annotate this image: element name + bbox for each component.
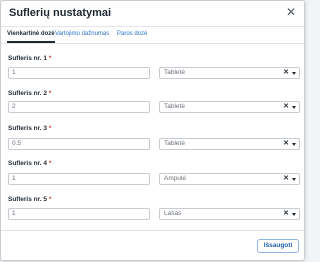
dialog-title: Suflerių nustatymai <box>9 7 112 19</box>
dose-input-1[interactable]: 1 <box>8 67 150 79</box>
tab-label: Vienkartinė dozė <box>7 31 55 37</box>
input-value: 2 <box>12 103 16 110</box>
settings-dialog: Suflerių nustatymai ✕ Vienkartinė dozė V… <box>0 0 305 261</box>
dose-input-4[interactable]: 1 <box>8 173 150 185</box>
unit-select-4[interactable]: Ampulė ✕ <box>159 173 300 185</box>
unit-select-2[interactable]: Tabletė ✕ <box>159 101 300 113</box>
required-marker: * <box>48 125 52 132</box>
select-value: Tabletė <box>164 69 185 76</box>
dose-input-5[interactable]: 1 <box>8 208 150 220</box>
required-marker: * <box>48 55 52 62</box>
select-value: Lašas <box>164 210 182 217</box>
required-marker: * <box>48 196 52 203</box>
field-label-2: Sufleris nr. 2 * <box>8 90 51 97</box>
save-button[interactable]: Išsaugoti <box>257 239 299 253</box>
field-label-text: Sufleris nr. 4 <box>8 160 48 167</box>
chevron-down-icon[interactable] <box>292 106 296 109</box>
clear-icon[interactable]: ✕ <box>283 68 289 78</box>
field-label-1: Sufleris nr. 1 * <box>8 55 51 62</box>
unit-select-5[interactable]: Lašas ✕ <box>159 208 300 220</box>
clear-icon[interactable]: ✕ <box>283 139 289 149</box>
chevron-down-icon[interactable] <box>292 178 296 181</box>
clear-icon[interactable]: ✕ <box>283 174 289 184</box>
dose-input-2[interactable]: 2 <box>8 101 150 113</box>
required-marker: * <box>48 160 52 167</box>
dialog-header: Suflerių nustatymai ✕ <box>1 1 304 26</box>
clear-icon[interactable]: ✕ <box>283 102 289 112</box>
unit-select-1[interactable]: Tabletė ✕ <box>159 67 300 79</box>
tabs-divider <box>1 43 304 44</box>
field-label-text: Sufleris nr. 1 <box>8 55 48 62</box>
field-label-5: Sufleris nr. 5 * <box>8 196 51 203</box>
chevron-down-icon[interactable] <box>292 213 296 216</box>
header-divider <box>1 26 304 27</box>
close-icon[interactable]: ✕ <box>284 5 298 19</box>
input-value: 1 <box>12 210 16 217</box>
unit-select-3[interactable]: Tabletė ✕ <box>159 138 300 150</box>
chevron-down-icon[interactable] <box>292 72 296 75</box>
clear-icon[interactable]: ✕ <box>283 209 289 219</box>
tab-single-dose[interactable]: Vienkartinė dozė <box>7 31 55 43</box>
footer-divider <box>1 230 304 231</box>
input-value: 1 <box>12 69 16 76</box>
select-value: Ampulė <box>164 175 187 182</box>
tab-label: Paros dozė <box>117 31 148 37</box>
required-marker: * <box>48 90 52 97</box>
input-value: 1 <box>12 175 16 182</box>
field-label-3: Sufleris nr. 3 * <box>8 125 51 132</box>
tab-frequency[interactable]: Vartojimo dažnumas <box>55 31 109 37</box>
tab-daily-dose[interactable]: Paros dozė <box>117 31 147 37</box>
field-label-text: Sufleris nr. 5 <box>8 196 48 203</box>
input-value: 0.5 <box>12 140 22 147</box>
chevron-down-icon[interactable] <box>292 143 296 146</box>
select-value: Tabletė <box>164 103 185 110</box>
select-value: Tabletė <box>164 140 185 147</box>
dose-input-3[interactable]: 0.5 <box>8 138 150 150</box>
field-label-text: Sufleris nr. 2 <box>8 90 48 97</box>
tab-label: Vartojimo dažnumas <box>55 31 110 37</box>
field-label-text: Sufleris nr. 3 <box>8 125 48 132</box>
field-label-4: Sufleris nr. 4 * <box>8 160 51 167</box>
